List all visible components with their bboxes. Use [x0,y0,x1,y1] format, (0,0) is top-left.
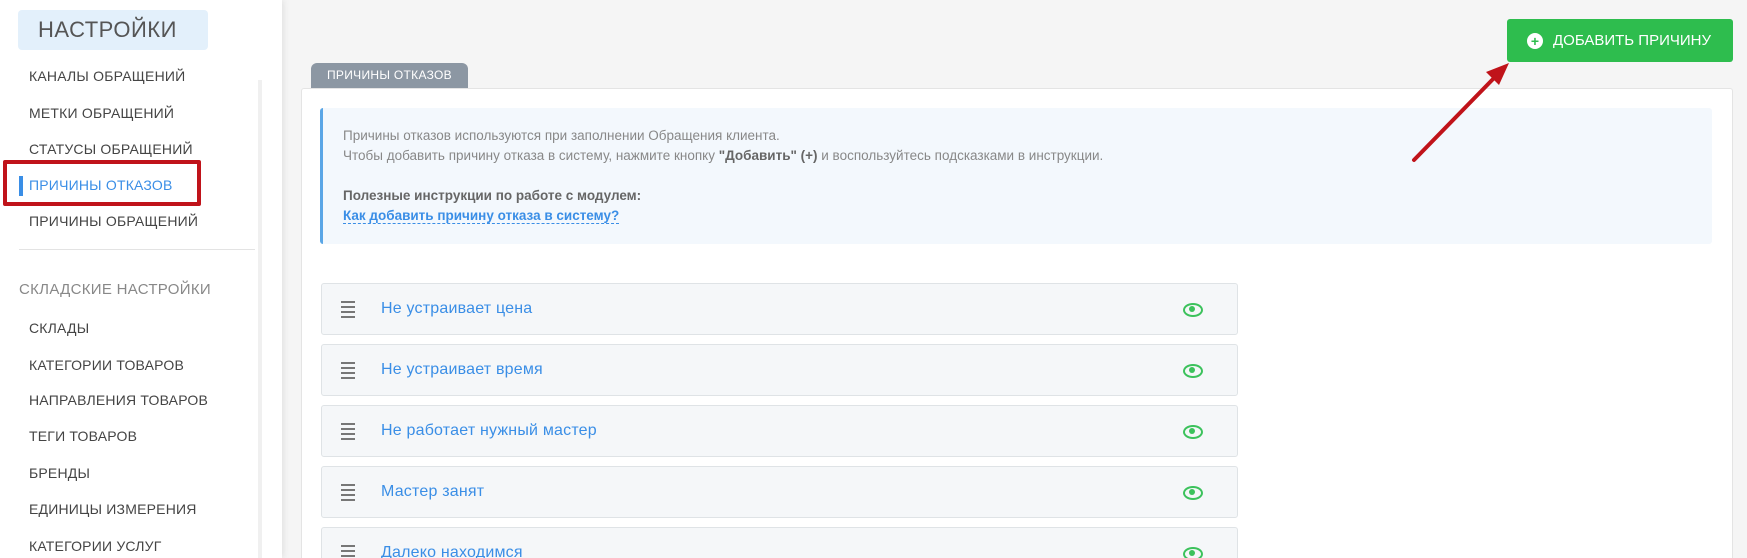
drag-handle-icon[interactable] [341,544,355,558]
sidebar-item-statusy-obrashcheniy[interactable]: СТАТУСЫ ОБРАЩЕНИЙ [29,141,193,157]
sidebar-item-kategorii-tovarov[interactable]: КАТЕГОРИИ ТОВАРОВ [29,357,184,373]
sidebar: НАСТРОЙКИ КАНАЛЫ ОБРАЩЕНИЙ МЕТКИ ОБРАЩЕН… [0,0,282,558]
sidebar-divider [19,249,255,250]
add-reason-label: ДОБАВИТЬ ПРИЧИНУ [1553,32,1712,49]
sidebar-item-kanaly-obrashcheniy[interactable]: КАНАЛЫ ОБРАЩЕНИЙ [29,68,185,84]
sidebar-title: НАСТРОЙКИ [18,10,208,50]
eye-icon[interactable] [1183,303,1203,317]
add-reason-button[interactable]: + ДОБАВИТЬ ПРИЧИНУ [1507,19,1733,62]
reason-row[interactable]: Мастер занят [321,466,1238,518]
reason-label[interactable]: Не работает нужный мастер [381,422,1183,440]
drag-handle-icon[interactable] [341,361,355,379]
instructions-title: Полезные инструкции по работе с модулем: [343,188,642,203]
info-line-1: Причины отказов используются при заполне… [343,128,780,143]
info-box: Причины отказов используются при заполне… [320,108,1712,244]
sidebar-item-kategorii-uslug[interactable]: КАТЕГОРИИ УСЛУГ [29,538,162,554]
sidebar-item-tegi-tovarov[interactable]: ТЕГИ ТОВАРОВ [29,428,137,444]
sidebar-item-prichiny-obrashcheniy[interactable]: ПРИЧИНЫ ОБРАЩЕНИЙ [29,213,198,229]
sidebar-item-metki-obrashcheniy[interactable]: МЕТКИ ОБРАЩЕНИЙ [29,105,174,121]
sidebar-item-sklady[interactable]: СКЛАДЫ [29,320,89,336]
reason-row[interactable]: Не устраивает цена [321,283,1238,335]
sidebar-item-napravleniya-tovarov[interactable]: НАПРАВЛЕНИЯ ТОВАРОВ [29,392,208,408]
eye-icon[interactable] [1183,425,1203,439]
drag-handle-icon[interactable] [341,483,355,501]
sidebar-item-brendy[interactable]: БРЕНДЫ [29,465,90,481]
reason-row[interactable]: Далеко находимся [321,527,1238,558]
sidebar-scrollbar[interactable] [258,80,262,558]
sidebar-section-title: СКЛАДСКИЕ НАСТРОЙКИ [19,281,211,298]
annotation-highlight-box [3,160,201,206]
reason-row[interactable]: Не устраивает время [321,344,1238,396]
info-line-2-text: Чтобы добавить причину отказа в систему,… [343,148,719,163]
eye-icon[interactable] [1183,547,1203,558]
reason-label[interactable]: Не устраивает время [381,361,1183,379]
reason-label[interactable]: Далеко находимся [381,544,1183,558]
sidebar-item-edinitsy-izmereniya[interactable]: ЕДИНИЦЫ ИЗМЕРЕНИЯ [29,501,197,517]
info-line-2-tail: и воспользуйтесь подсказками в инструкци… [817,148,1104,163]
eye-icon[interactable] [1183,364,1203,378]
plus-circle-icon: + [1527,32,1543,49]
drag-handle-icon[interactable] [341,300,355,318]
reason-row[interactable]: Не работает нужный мастер [321,405,1238,457]
reason-label[interactable]: Не устраивает цена [381,300,1183,318]
info-line-2-bold: "Добавить" (+) [718,148,818,163]
tab-prichiny-otkazov[interactable]: ПРИЧИНЫ ОТКАЗОВ [311,63,468,88]
reason-label[interactable]: Мастер занят [381,483,1183,501]
drag-handle-icon[interactable] [341,422,355,440]
eye-icon[interactable] [1183,486,1203,500]
info-line-2: Чтобы добавить причину отказа в систему,… [343,146,1692,166]
instructions-link[interactable]: Как добавить причину отказа в систему? [343,208,620,224]
